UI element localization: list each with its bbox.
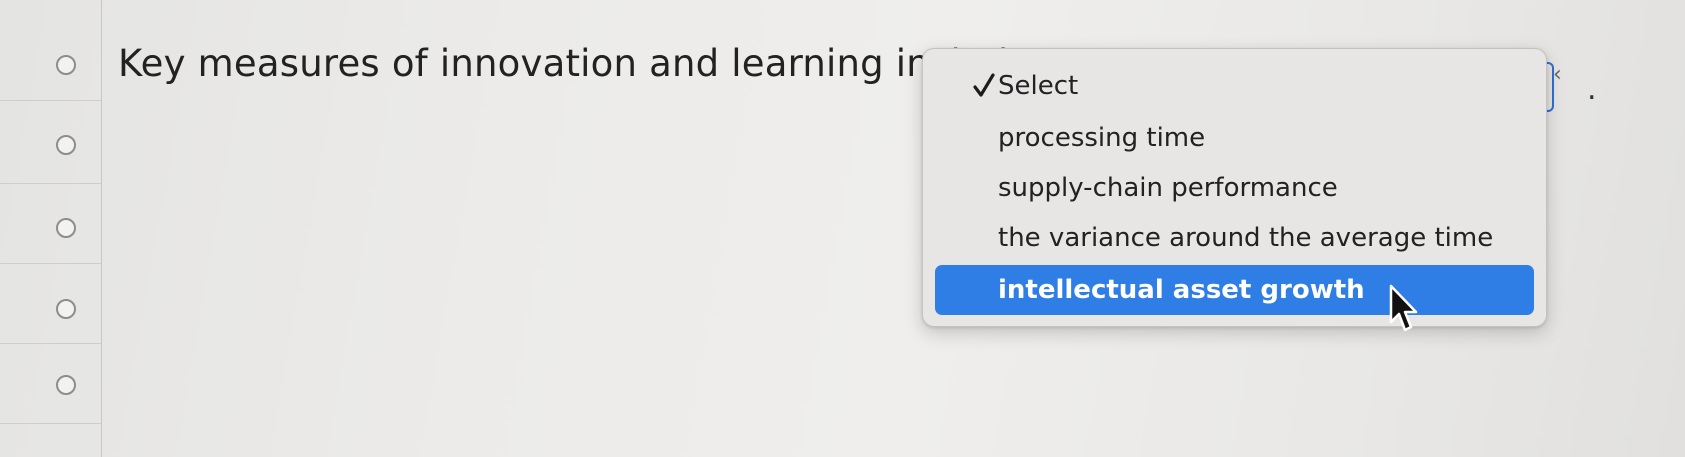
option-label: Select	[998, 71, 1079, 101]
question-text: Key measures of innovation and learning …	[118, 42, 1032, 85]
row-divider	[0, 423, 101, 424]
dropdown-option-supply-chain-performance[interactable]: supply-chain performance	[935, 163, 1534, 213]
answer-gutter	[0, 0, 102, 457]
row-divider	[0, 263, 101, 264]
dropdown-option-select[interactable]: Select	[935, 61, 1534, 111]
dropdown-menu: Select processing time supply-chain perf…	[922, 48, 1547, 327]
radio-button-1[interactable]	[56, 55, 76, 75]
select-arrow-icon: ‹	[1553, 62, 1562, 87]
dropdown-option-variance[interactable]: the variance around the average time	[935, 213, 1534, 263]
checkmark-icon	[973, 73, 995, 97]
option-label: processing time	[998, 123, 1206, 153]
radio-button-3[interactable]	[56, 218, 76, 238]
mouse-pointer-icon	[1389, 284, 1418, 332]
row-divider	[0, 183, 101, 184]
radio-button-2[interactable]	[56, 135, 76, 155]
option-label: the variance around the average time	[998, 223, 1494, 253]
option-label: intellectual asset growth	[998, 275, 1365, 305]
row-divider	[0, 343, 101, 344]
dropdown-option-intellectual-asset-growth[interactable]: intellectual asset growth	[935, 265, 1534, 315]
row-divider	[0, 100, 101, 101]
sentence-period: .	[1587, 72, 1597, 107]
radio-button-5[interactable]	[56, 375, 76, 395]
radio-button-4[interactable]	[56, 299, 76, 319]
dropdown-option-processing-time[interactable]: processing time	[935, 113, 1534, 163]
option-label: supply-chain performance	[998, 173, 1338, 203]
